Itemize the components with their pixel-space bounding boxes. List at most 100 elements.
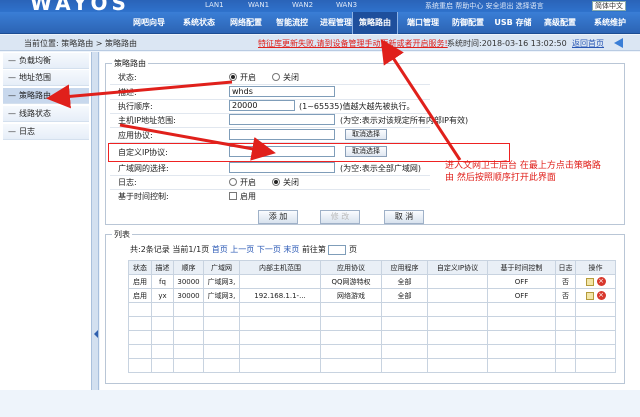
policy-form-legend: 策略路由 (112, 58, 148, 69)
cell-app-program: 全部 (381, 274, 428, 289)
status-label: 状态: (118, 73, 137, 82)
app-protocol-input[interactable] (229, 129, 335, 140)
dash-icon: — (8, 109, 16, 118)
cell-order: 30000 (173, 274, 204, 289)
row-divider (110, 175, 430, 176)
host-range-input[interactable] (229, 114, 335, 125)
cancel-button[interactable]: 取 消 (384, 210, 424, 224)
brand-logo: WAYOS (30, 0, 130, 12)
language-select[interactable]: 简体中文 (592, 1, 626, 11)
cell-actions: × (575, 274, 616, 289)
sidebar-item-label: 负载均衡 (19, 56, 51, 65)
page-number-input[interactable] (328, 244, 347, 255)
back-home-link[interactable]: 返回首页 (572, 38, 604, 49)
cell-status: 启用 (128, 288, 152, 303)
app-protocol-label: 应用协议: (118, 131, 153, 140)
modify-button[interactable]: 修 改 (320, 210, 360, 224)
sidebar-item-label: 策略路由 (19, 91, 51, 100)
edit-icon[interactable] (585, 277, 594, 286)
breadcrumb-bar: 当前位置: 策略路由 > 策略路由 特征库更新失败,请到设备管理手动更新或者开启… (0, 35, 640, 51)
cell-app-program: 全部 (381, 288, 428, 303)
time-control-enable-label: 启用 (240, 192, 256, 201)
app-protocol-clear-button[interactable]: 取消选择 (345, 129, 387, 140)
nav-network-config[interactable]: 网络配置 (222, 12, 270, 34)
sidebar-item-load-balance[interactable]: — 负载均衡 (3, 53, 89, 69)
log-on-label: 开启 (240, 178, 256, 187)
cell-custom-ip (427, 274, 488, 289)
time-control-checkbox[interactable] (229, 192, 237, 200)
log-label: 日志: (118, 178, 137, 187)
nav-system-maintenance[interactable]: 系统维护 (584, 12, 636, 34)
row-divider (110, 84, 430, 85)
row-divider (110, 189, 430, 190)
log-on-radio[interactable] (229, 178, 237, 186)
cell-time-control: OFF (487, 274, 556, 289)
host-range-label: 主机IP地址范围: (118, 116, 176, 125)
table-row (128, 302, 616, 317)
cell-status: 启用 (128, 274, 152, 289)
col-time-control: 基于时间控制 (487, 260, 556, 275)
top-links[interactable]: 系统重启 帮助中心 安全退出 选择语言 (425, 1, 544, 11)
order-hint: (1~65535)值越大越先被执行。 (299, 102, 415, 111)
sidebar-item-line-status[interactable]: — 线路状态 (3, 106, 89, 122)
table-header-row: 状态 描述 顺序 广域网 内部主机范围 应用协议 应用程序 自定义IP协议 基于… (128, 260, 616, 275)
policy-table: 状态 描述 顺序 广域网 内部主机范围 应用协议 应用程序 自定义IP协议 基于… (128, 260, 616, 373)
dash-icon: — (8, 56, 16, 65)
col-host-range: 内部主机范围 (239, 260, 321, 275)
nav-system-status[interactable]: 系统状态 (175, 12, 223, 34)
nav-policy-routing[interactable]: 策略路由 (352, 12, 398, 34)
time-control-label: 基于时间控制: (118, 192, 169, 201)
log-off-label: 关闭 (283, 178, 299, 187)
table-row: 启用 yx 30000 广域网3, 192.168.1.1-... 网络游戏 全… (128, 288, 616, 303)
first-page-link[interactable]: 首页 (212, 245, 228, 254)
next-page-link[interactable]: 下一页 (257, 245, 281, 254)
sidebar-item-label: 日志 (19, 127, 35, 136)
status-on-radio[interactable] (229, 73, 237, 81)
nav-port-mgmt[interactable]: 端口管理 (400, 12, 446, 34)
prev-page-link[interactable]: 上一页 (230, 245, 254, 254)
nav-defense-config[interactable]: 防御配置 (445, 12, 491, 34)
cell-host-range: 192.168.1.1-... (239, 288, 321, 303)
delete-icon[interactable]: × (596, 277, 606, 286)
sidebar: — 负载均衡 — 地址范围 — 策略路由 — 线路状态 — 日志 (0, 52, 92, 390)
cell-app-protocol: QQ网游特权 (320, 274, 382, 289)
pager: 共:2条记录 当前1/1页 首页 上一页 下一页 末页 前往第 页 (130, 244, 357, 255)
sidebar-item-log[interactable]: — 日志 (3, 124, 89, 140)
delete-icon[interactable]: × (596, 291, 606, 300)
cell-order: 30000 (173, 288, 204, 303)
back-arrow-icon[interactable] (614, 38, 623, 48)
system-time: 系统时间:2018-03-16 13:02:50 (447, 39, 567, 48)
table-row (128, 316, 616, 331)
desc-input[interactable] (229, 86, 335, 97)
lan-port-label: LAN1 (205, 1, 224, 9)
sidebar-item-address-range[interactable]: — 地址范围 (3, 70, 89, 86)
table-row (128, 330, 616, 345)
log-off-radio[interactable] (272, 178, 280, 186)
collapse-arrow-icon[interactable] (94, 330, 98, 338)
sidebar-splitter[interactable] (92, 52, 99, 390)
cell-wan: 广域网3, (203, 274, 240, 289)
table-row (128, 358, 616, 373)
nav-wizard[interactable]: 网吧向导 (125, 12, 173, 34)
nav-flow-control[interactable]: 智能流控 (268, 12, 316, 34)
app-window: WAYOS LAN1 WAN1 WAN2 WAN3 系统重启 帮助中心 安全退出… (0, 0, 640, 417)
order-input[interactable] (229, 100, 295, 111)
wan-select-input[interactable] (229, 162, 335, 173)
status-off-radio[interactable] (272, 73, 280, 81)
cell-log: 否 (555, 288, 576, 303)
col-log: 日志 (555, 260, 576, 275)
cell-custom-ip (427, 288, 488, 303)
sidebar-item-policy-routing[interactable]: — 策略路由 (3, 88, 89, 104)
edit-icon[interactable] (585, 291, 594, 300)
nav-advanced-config[interactable]: 高级配置 (537, 12, 583, 34)
top-bar: WAYOS LAN1 WAN1 WAN2 WAN3 系统重启 帮助中心 安全退出… (0, 0, 640, 12)
nav-usb-storage[interactable]: USB 存储 (490, 12, 536, 34)
list-legend: 列表 (112, 229, 132, 240)
cell-desc: yx (151, 288, 174, 303)
update-notice-link[interactable]: 特征库更新失败,请到设备管理手动更新或者开启服务! (258, 38, 448, 49)
add-button[interactable]: 添 加 (258, 210, 298, 224)
dash-icon: — (8, 127, 16, 136)
table-row: 启用 fq 30000 广域网3, QQ网游特权 全部 OFF 否 × (128, 274, 616, 289)
record-summary: 共:2条记录 当前1/1页 (130, 245, 210, 254)
last-page-link[interactable]: 末页 (283, 245, 299, 254)
